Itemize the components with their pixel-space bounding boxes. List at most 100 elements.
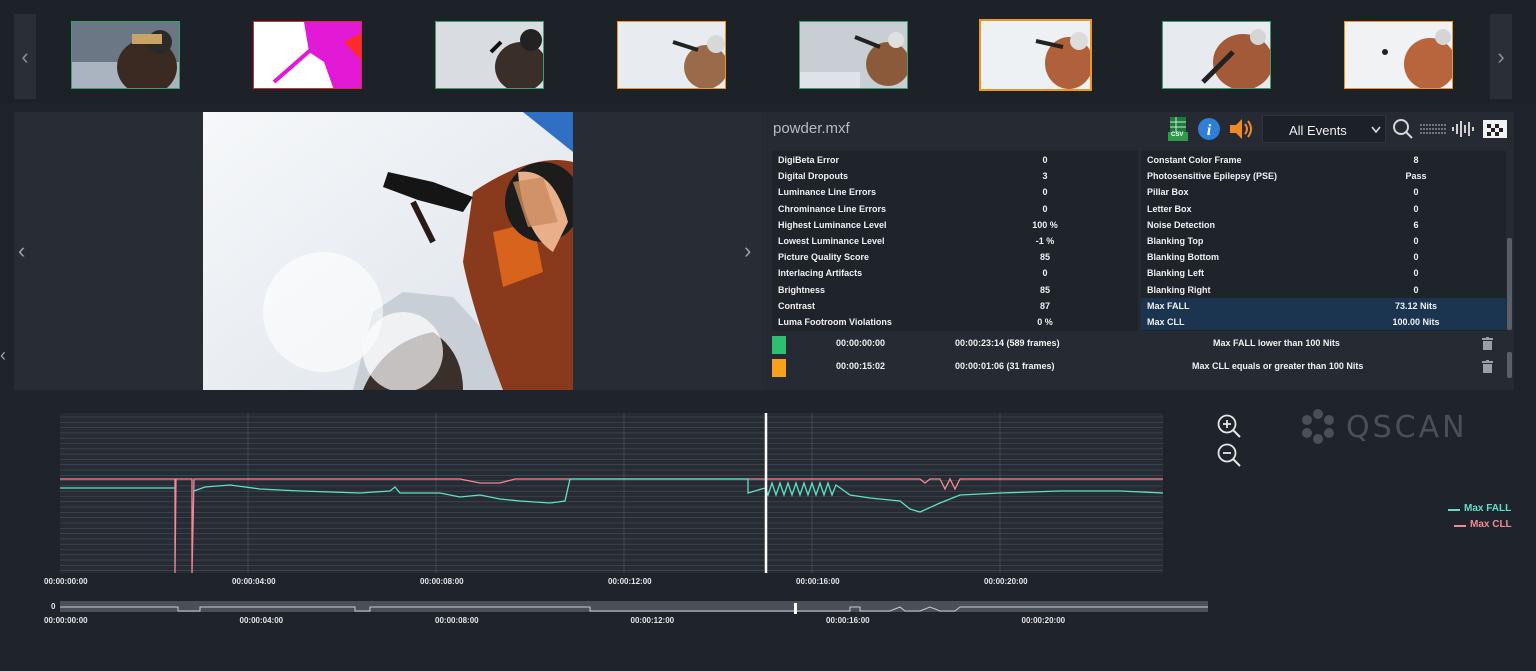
metric-label: Blanking Right (1147, 284, 1211, 295)
export-csv-button[interactable]: CSV (1168, 117, 1188, 141)
metric-row[interactable]: Photosensitive Epilepsy (PSE) Pass (1141, 168, 1506, 184)
metric-label: Noise Detection (1147, 219, 1216, 230)
metric-value: 0 (1413, 252, 1419, 263)
thumbnail-1[interactable] (71, 21, 180, 89)
file-name: powder.mxf (773, 120, 850, 137)
event-row[interactable]: 00:00:15:02 00:00:01:06 (31 frames) Max CL… (770, 357, 1505, 377)
thumbnail-2[interactable] (253, 21, 362, 89)
events-scrollbar[interactable] (1507, 352, 1512, 378)
metric-label: Highest Luminance Level (778, 219, 887, 230)
audio-button[interactable] (1228, 116, 1256, 147)
metric-row[interactable]: Luminance Line Errors 0 (772, 184, 1138, 200)
event-color-swatch (772, 336, 786, 354)
metric-row[interactable]: Brightness 85 (772, 282, 1138, 298)
events-list: 00:00:00:00 00:00:23:14 (589 frames) Max F… (770, 334, 1510, 380)
delete-event-button[interactable] (1482, 360, 1493, 375)
metric-row[interactable]: Blanking Top 0 (1141, 233, 1506, 249)
thumbnail-3[interactable] (435, 21, 544, 89)
metric-row[interactable]: Highest Luminance Level 100 % (772, 217, 1138, 233)
event-row[interactable]: 00:00:00:00 00:00:23:14 (589 frames) Max F… (770, 334, 1505, 354)
metric-row[interactable]: Pillar Box 0 (1141, 184, 1506, 200)
checker-view-button[interactable] (1483, 120, 1507, 143)
csv-label: CSV (1171, 132, 1184, 138)
overview-tick-label: 00:00:20:00 (1021, 616, 1066, 625)
video-frame (203, 112, 573, 390)
search-icon (1393, 119, 1413, 139)
legend-label-cll: Max CLL (1470, 519, 1512, 530)
filmstrip-next-button[interactable]: › (1490, 14, 1512, 99)
metric-row[interactable]: DigiBeta Error 0 (772, 152, 1138, 168)
thumbnail-8[interactable] (1344, 21, 1453, 89)
metric-row[interactable]: Lowest Luminance Level -1 % (772, 233, 1138, 249)
legend-swatch-cll (1454, 525, 1466, 527)
metric-row[interactable]: Blanking Right 0 (1141, 282, 1506, 298)
timeline-view-button[interactable] (1420, 122, 1446, 141)
metric-row[interactable]: Letter Box 0 (1141, 201, 1506, 217)
metric-label: Pillar Box (1147, 187, 1189, 198)
qscan-logo-icon (1302, 409, 1334, 444)
zoom-out-icon (1217, 443, 1241, 467)
metric-value: 85 (1039, 284, 1050, 295)
info-icon: i (1198, 118, 1220, 140)
chevron-left-icon: ‹ (0, 345, 6, 365)
chevron-down-icon (1371, 126, 1381, 134)
player-next-frame-button[interactable]: › (744, 238, 751, 264)
zoom-in-button[interactable] (1216, 413, 1242, 444)
chevron-right-icon: › (744, 238, 752, 263)
event-filter-select[interactable]: All Events (1262, 115, 1386, 143)
metric-value: 0 (1042, 203, 1048, 214)
thumbnail-7[interactable] (1162, 21, 1271, 89)
metric-value: -1 % (1035, 236, 1055, 246)
checkerboard-icon (1483, 120, 1507, 138)
event-start: 00:00:00:00 (836, 338, 886, 348)
metric-row[interactable]: Noise Detection 6 (1141, 217, 1506, 233)
metric-label: Digital Dropouts (778, 171, 848, 182)
waveform-button[interactable] (1451, 119, 1477, 144)
metric-row[interactable]: Digital Dropouts 3 (772, 168, 1138, 184)
metric-value: 0 (1042, 268, 1048, 279)
event-description: Max FALL lower than 100 Nits (1213, 338, 1340, 348)
event-description: Max CLL equals or greater than 100 Nits (1192, 361, 1364, 371)
metric-value: 0 % (1037, 317, 1053, 327)
zoom-out-button[interactable] (1216, 442, 1242, 473)
metric-row[interactable]: Contrast 87 (772, 298, 1138, 314)
overview-scrubber[interactable] (60, 601, 1208, 614)
metrics-scrollbar[interactable] (1507, 238, 1512, 330)
metric-label: Constant Color Frame (1147, 155, 1242, 165)
overview-tick-label: 00:00:08:00 (435, 616, 479, 625)
thumbnail-4[interactable] (617, 21, 726, 89)
metric-label: Blanking Bottom (1147, 252, 1219, 263)
metric-row[interactable]: Luma Footroom Violations 0 % (772, 314, 1138, 330)
thumbnail-6-selected[interactable] (979, 19, 1092, 91)
metric-value: 87 (1039, 300, 1050, 311)
metric-label: Luma Footroom Violations (778, 317, 892, 327)
info-button[interactable]: i (1197, 117, 1221, 146)
metric-row[interactable]: Picture Quality Score 85 (772, 249, 1138, 265)
metric-row[interactable]: Chrominance Line Errors 0 (772, 201, 1138, 217)
event-start: 00:00:15:02 (836, 361, 886, 371)
metric-row[interactable]: Constant Color Frame 8 (1141, 152, 1506, 168)
overview-time-axis: 00:00:00:00 00:00:04:00 00:00:08:00 00:00:1… (0, 616, 1536, 628)
search-button[interactable] (1392, 118, 1414, 145)
event-duration: 00:00:01:06 (31 frames) (955, 361, 1055, 371)
metric-row[interactable]: Max CLL 100.00 Nits (1141, 314, 1506, 330)
panel-collapse-button[interactable]: ‹ (0, 345, 6, 366)
metric-row[interactable]: Interlacing Artifacts 0 (772, 265, 1138, 281)
metric-row[interactable]: Blanking Bottom 0 (1141, 249, 1506, 265)
chevron-left-icon: ‹ (21, 43, 29, 69)
svg-text:i: i (1207, 122, 1212, 139)
zoom-in-icon (1217, 414, 1241, 438)
filmstrip-prev-button[interactable]: ‹ (14, 14, 36, 99)
overview-tick-label: 00:00:12:00 (630, 616, 675, 625)
metric-row[interactable]: Max FALL 73.12 Nits (1141, 297, 1506, 314)
metric-value: 100.00 Nits (1392, 317, 1440, 327)
delete-event-button[interactable] (1482, 337, 1493, 352)
thumbnail-5[interactable] (799, 21, 908, 89)
qscan-logo: QSCAN (1298, 406, 1465, 451)
overview-tick-label: 00:00:16:00 (826, 616, 870, 625)
metric-row[interactable]: Blanking Left 0 (1141, 265, 1506, 281)
player-prev-frame-button[interactable]: ‹ (18, 238, 25, 264)
metric-value: 8 (1413, 155, 1419, 165)
metric-value: 100 % (1032, 219, 1058, 230)
metrics-table-right: Constant Color Frame 8 Photosensitive Epil… (1141, 151, 1506, 331)
